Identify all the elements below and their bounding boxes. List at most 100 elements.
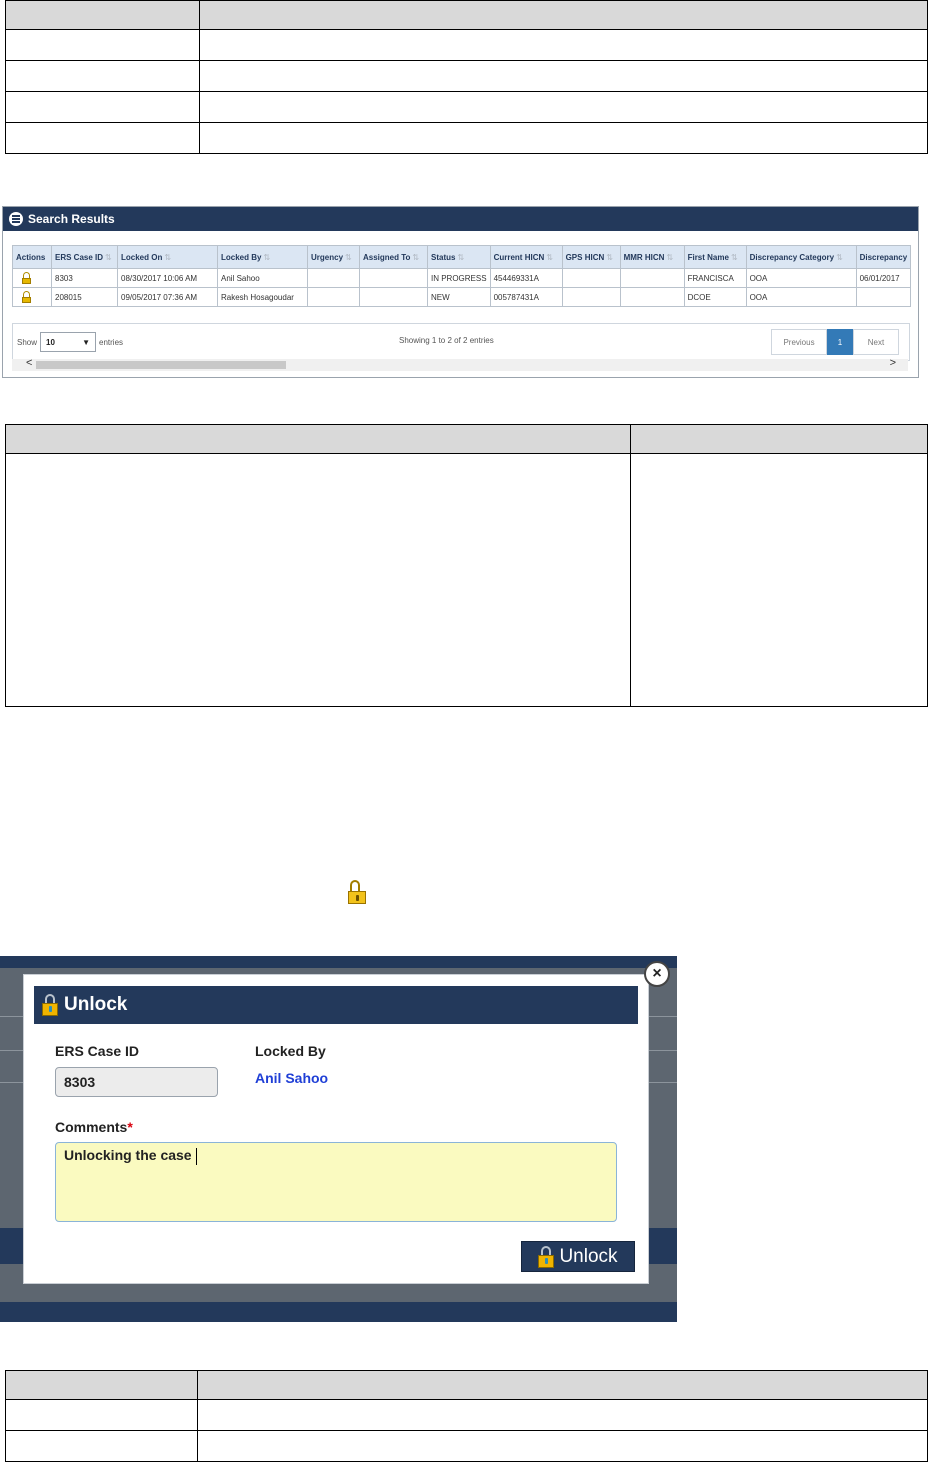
search-results-title: Search Results	[28, 212, 115, 226]
column-header-discrepancy[interactable]: Discrepancy	[855, 245, 912, 269]
column-header-urgency[interactable]: Urgency ⇅	[307, 245, 360, 269]
column-header-current-hicn[interactable]: Current HICN ⇅	[489, 245, 563, 269]
dialog-title-bar: Unlock	[34, 986, 638, 1024]
column-header-locked-on[interactable]: Locked On ⇅	[117, 245, 218, 269]
entries-label: entries	[99, 337, 124, 347]
chevron-down-icon: ▼	[82, 337, 91, 347]
table-cell	[197, 1399, 928, 1431]
row-actions	[12, 268, 52, 288]
comments-label-text: Comments	[55, 1119, 128, 1135]
table-cell	[197, 1370, 928, 1400]
row-actions	[12, 287, 52, 307]
table-cell: 005787431A	[489, 287, 563, 307]
table-cell: 454469331A	[489, 268, 563, 288]
previous-button[interactable]: Previous	[771, 329, 827, 355]
table-cell: 8303	[51, 268, 118, 288]
table-cell	[5, 1370, 198, 1400]
comments-textarea[interactable]: Unlocking the case	[55, 1142, 617, 1222]
scrollbar-thumb[interactable]	[36, 361, 286, 369]
table-cell	[5, 1430, 198, 1462]
table-cell	[199, 122, 928, 154]
table-cell	[5, 122, 200, 154]
column-header-status[interactable]: Status ⇅	[427, 245, 491, 269]
scroll-right-icon[interactable]: >	[890, 357, 896, 369]
table-cell	[199, 60, 928, 92]
page-size-control: Show 10 ▼ entries	[17, 332, 123, 352]
pagination: Previous 1 Next	[771, 329, 899, 355]
column-header-first-name[interactable]: First Name ⇅	[683, 245, 747, 269]
unlock-button[interactable]: Unlock	[521, 1241, 635, 1272]
table-cell	[619, 287, 685, 307]
column-header-gps-hicn[interactable]: GPS HICN ⇅	[561, 245, 621, 269]
unlock-dialog: Unlock ERS Case ID 8303 Locked By Anil S…	[23, 974, 649, 1284]
table-cell	[5, 1399, 198, 1431]
table-cell	[5, 60, 200, 92]
page-size-select[interactable]: 10 ▼	[40, 332, 97, 352]
table-cell	[5, 424, 631, 454]
table-cell	[199, 91, 928, 123]
table-cell: 06/01/2017	[855, 268, 912, 288]
table-row: 208015 09/05/2017 07:36 AM Rakesh Hosago…	[12, 287, 912, 307]
locked-by-label: Locked By	[255, 1043, 326, 1059]
table-cell	[197, 1430, 928, 1462]
table-cell	[307, 268, 360, 288]
table-cell	[630, 453, 928, 707]
unlock-icon[interactable]	[22, 272, 31, 284]
page-1-button[interactable]: 1	[827, 329, 853, 355]
dialog-title: Unlock	[64, 994, 128, 1015]
table-cell	[561, 268, 621, 288]
table-cell: OOA	[745, 268, 857, 288]
list-icon	[9, 212, 23, 226]
table-cell	[199, 29, 928, 61]
unlock-button-label: Unlock	[559, 1245, 618, 1267]
table-cell	[359, 268, 428, 288]
table-cell: 208015	[51, 287, 118, 307]
table-cell	[619, 268, 685, 288]
column-header-locked-by[interactable]: Locked By ⇅	[217, 245, 308, 269]
search-results-panel: Search Results Actions ERS Case ID ⇅ Lock…	[2, 206, 919, 378]
show-label: Show	[17, 337, 38, 347]
case-id-field[interactable]: 8303	[55, 1067, 218, 1097]
results-table: Actions ERS Case ID ⇅ Locked On ⇅ Locked B…	[12, 245, 912, 307]
results-footer: Show 10 ▼ entries Showing 1 to 2 of 2 en…	[12, 323, 910, 361]
next-button[interactable]: Next	[853, 329, 899, 355]
table-cell: 09/05/2017 07:36 AM	[117, 287, 218, 307]
column-header-case-id[interactable]: ERS Case ID ⇅	[51, 245, 118, 269]
table-cell: 08/30/2017 10:06 AM	[117, 268, 218, 288]
column-header-discrepancy-category[interactable]: Discrepancy Category ⇅	[745, 245, 857, 269]
close-icon[interactable]: ×	[644, 961, 670, 987]
table-cell	[5, 29, 200, 61]
table-cell: NEW	[427, 287, 491, 307]
unlock-icon	[42, 994, 58, 1016]
comments-label: Comments*	[55, 1119, 133, 1135]
table-cell: FRANCISCA	[683, 268, 747, 288]
table-cell: OOA	[745, 287, 857, 307]
doc-table-bottom	[5, 1370, 928, 1462]
table-cell: DCOE	[683, 287, 747, 307]
table-cell	[561, 287, 621, 307]
table-cell	[5, 0, 200, 30]
horizontal-scrollbar[interactable]: < >	[12, 357, 908, 371]
unlock-icon[interactable]	[22, 291, 31, 303]
table-cell	[199, 0, 928, 30]
table-cell	[359, 287, 428, 307]
column-header-assigned-to[interactable]: Assigned To ⇅	[359, 245, 428, 269]
unlock-dialog-screenshot: Unlock ERS Case ID 8303 Locked By Anil S…	[0, 956, 677, 1322]
scroll-left-icon[interactable]: <	[26, 357, 32, 369]
unlock-icon	[538, 1245, 555, 1268]
table-cell: Anil Sahoo	[217, 268, 308, 288]
table-cell: IN PROGRESS	[427, 268, 491, 288]
search-results-header: Search Results	[3, 207, 918, 231]
column-header-actions: Actions	[12, 245, 52, 269]
table-cell	[307, 287, 360, 307]
case-id-label: ERS Case ID	[55, 1043, 140, 1059]
required-mark: *	[127, 1119, 133, 1135]
table-row: 8303 08/30/2017 10:06 AM Anil Sahoo IN P…	[12, 268, 912, 288]
doc-table-middle	[5, 424, 928, 707]
table-cell: Rakesh Hosagoudar	[217, 287, 308, 307]
text-caret	[195, 1147, 197, 1165]
table-cell	[5, 453, 631, 707]
page-size-value: 10	[46, 337, 55, 347]
column-header-mmr-hicn[interactable]: MMR HICN ⇅	[619, 245, 685, 269]
unlock-icon	[348, 880, 366, 904]
